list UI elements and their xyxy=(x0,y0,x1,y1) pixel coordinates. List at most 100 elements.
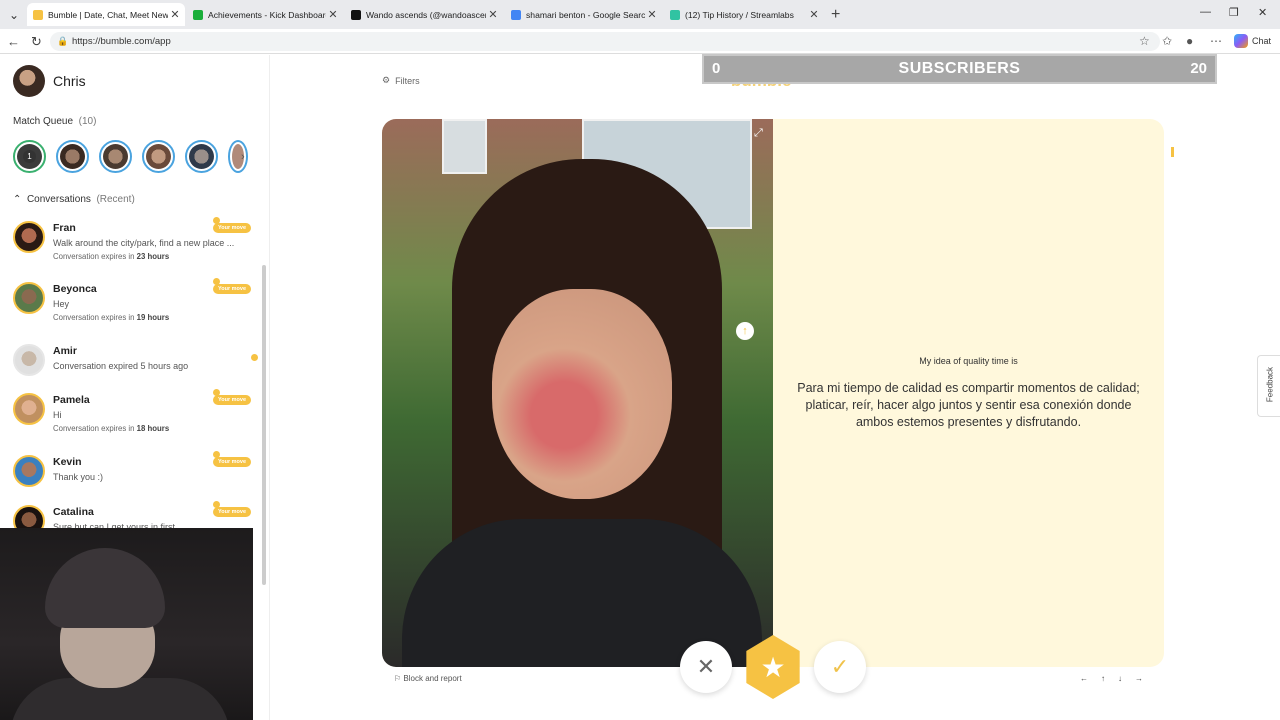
subscribers-goal: 20 xyxy=(1190,60,1207,77)
conversations-heading[interactable]: ⌃ Conversations (Recent) xyxy=(13,194,135,205)
your-move-badge: Your move xyxy=(213,223,252,233)
subscribers-label: SUBSCRIBERS xyxy=(898,60,1021,77)
conversation-avatar xyxy=(13,344,45,376)
address-toolbar: ← ↻ 🔒 https://bumble.com/app ☆ ✩ ● ⋯ Cha… xyxy=(0,29,1280,54)
match-queue-heading: Match Queue (10) xyxy=(13,116,96,127)
url-input[interactable]: 🔒 https://bumble.com/app xyxy=(50,32,1160,51)
expand-icon[interactable]: ⤢ xyxy=(754,127,763,140)
filters-button[interactable]: ⚙ Filters xyxy=(382,75,420,86)
browser-tab[interactable]: Wando ascends (@wandoascends ✕ xyxy=(345,3,503,26)
key-hint: ↓ xyxy=(1118,674,1122,683)
conversation-name: Beyonca xyxy=(53,283,97,295)
conversation-message: Thank you :) xyxy=(53,472,104,482)
sidebar-scrollbar[interactable] xyxy=(262,265,266,585)
profile-photo[interactable]: ⤢ ↑ xyxy=(382,119,773,667)
streamlabs-icon xyxy=(670,9,680,20)
block-and-report-link[interactable]: ⚐ Block and report xyxy=(394,674,462,683)
copilot-chat-button[interactable]: Chat xyxy=(1234,34,1271,48)
conversation-expiry: Conversation expires in 18 hours xyxy=(53,424,169,433)
queue-avatar[interactable]: 1 xyxy=(13,140,46,173)
refresh-icon[interactable]: ↻ xyxy=(31,34,42,50)
new-tab-button[interactable]: + xyxy=(831,6,840,24)
subscriber-goal-overlay: SUBSCRIBERS 0 20 xyxy=(702,54,1217,84)
conversation-name: Fran xyxy=(53,222,76,234)
check-icon: ✓ xyxy=(830,654,850,679)
conversation-item[interactable]: Beyonca Hey Conversation expires in 19 hou… xyxy=(0,278,262,338)
close-tab-icon[interactable]: ✕ xyxy=(168,8,182,21)
tab-title: Wando ascends (@wandoascends xyxy=(366,9,486,20)
url-text: https://bumble.com/app xyxy=(72,36,171,47)
close-window-icon[interactable]: ✕ xyxy=(1258,6,1267,19)
profile-icon[interactable]: ● xyxy=(1186,34,1193,48)
conversation-avatar xyxy=(13,393,45,425)
conversation-avatar xyxy=(13,282,45,314)
star-icon: ★ xyxy=(760,651,786,683)
pass-button[interactable]: ✕ xyxy=(680,641,732,693)
browser-tab[interactable]: (12) Tip History / Streamlabs ✕ xyxy=(664,3,824,26)
close-tab-icon[interactable]: ✕ xyxy=(807,8,821,21)
feedback-label: Feedback xyxy=(1265,366,1275,403)
prompt-answer: Para mi tiempo de calidad es compartir m… xyxy=(797,381,1140,429)
photo-face xyxy=(492,289,672,499)
user-avatar[interactable] xyxy=(13,65,45,97)
chat-label: Chat xyxy=(1252,36,1272,46)
minimize-icon[interactable]: — xyxy=(1200,6,1211,18)
queue-avatar[interactable] xyxy=(99,140,132,173)
key-hint: ↑ xyxy=(1101,674,1105,683)
user-name[interactable]: Chris xyxy=(53,73,86,89)
prompt-question: My idea of quality time is xyxy=(919,356,1018,366)
favorite-star-icon[interactable]: ☆ xyxy=(1139,34,1150,48)
favorites-icon[interactable]: ✩ xyxy=(1162,34,1172,48)
queue-avatar[interactable] xyxy=(185,140,218,173)
conversation-avatar xyxy=(13,221,45,253)
conversation-message: Walk around the city/park, find a new pl… xyxy=(53,238,235,248)
tab-actions-menu-icon[interactable]: ⌄ xyxy=(6,7,22,23)
conversation-name: Pamela xyxy=(53,394,90,406)
close-tab-icon[interactable]: ✕ xyxy=(486,8,500,21)
queue-avatar[interactable] xyxy=(142,140,175,173)
expiry-time: 18 hours xyxy=(136,424,170,433)
queue-avatar[interactable] xyxy=(228,140,248,173)
like-button[interactable]: ✓ xyxy=(814,641,866,693)
feedback-tab[interactable]: Feedback xyxy=(1257,355,1280,417)
filters-icon: ⚙ xyxy=(382,75,391,85)
expiry-prefix: Conversation expires in xyxy=(53,252,135,261)
queue-avatar[interactable] xyxy=(56,140,89,173)
your-move-badge: Your move xyxy=(213,395,252,405)
card-progress-indicator xyxy=(1171,147,1174,157)
webcam-overlay xyxy=(0,528,253,720)
tab-title: Achievements - Kick Dashboard xyxy=(208,9,326,20)
browser-tab[interactable]: Bumble | Date, Chat, Meet New Pe✕ xyxy=(27,3,185,26)
conversation-message: Conversation expired 5 hours ago xyxy=(53,361,189,371)
restore-icon[interactable]: ❐ xyxy=(1229,6,1239,19)
queue-count-badge: 1 xyxy=(23,150,36,163)
queue-next-icon[interactable]: › xyxy=(241,151,245,163)
profile-prompt: My idea of quality time is Para mi tiemp… xyxy=(773,119,1164,667)
copilot-icon xyxy=(1234,34,1248,48)
back-icon[interactable]: ← xyxy=(7,34,20,49)
close-tab-icon[interactable]: ✕ xyxy=(326,8,340,21)
key-hint: ← xyxy=(1080,674,1088,683)
browser-tab[interactable]: shamari benton - Google Search ✕ xyxy=(505,3,662,26)
browser-tab[interactable]: Achievements - Kick Dashboard ✕ xyxy=(187,3,343,26)
photo-window xyxy=(442,119,487,174)
webcam-cap xyxy=(45,548,165,628)
conversation-item[interactable]: Fran Walk around the city/park, find a ne… xyxy=(0,217,262,277)
your-move-badge: Your move xyxy=(213,284,252,294)
your-move-badge: Your move xyxy=(213,507,252,517)
match-queue-count: (10) xyxy=(78,116,97,127)
site-info-icon[interactable]: 🔒 xyxy=(57,32,68,51)
match-queue: 1 xyxy=(13,140,248,173)
conversations-filter: (Recent) xyxy=(96,194,135,205)
tab-title: (12) Tip History / Streamlabs xyxy=(685,9,794,20)
scroll-up-icon[interactable]: ↑ xyxy=(736,322,754,340)
block-report-label: Block and report xyxy=(403,674,462,683)
conversation-item[interactable]: Pamela Hi Conversation expires in 18 hours… xyxy=(0,389,262,449)
close-tab-icon[interactable]: ✕ xyxy=(645,8,659,21)
conversation-expiry: Conversation expires in 19 hours xyxy=(53,313,169,322)
profile-card: ⤢ ↑ My idea of quality time is Para mi t… xyxy=(382,119,1164,667)
match-queue-label: Match Queue xyxy=(13,116,74,127)
filters-label: Filters xyxy=(395,75,420,86)
subscribers-current: 0 xyxy=(712,60,721,77)
more-options-icon[interactable]: ⋯ xyxy=(1210,34,1222,48)
